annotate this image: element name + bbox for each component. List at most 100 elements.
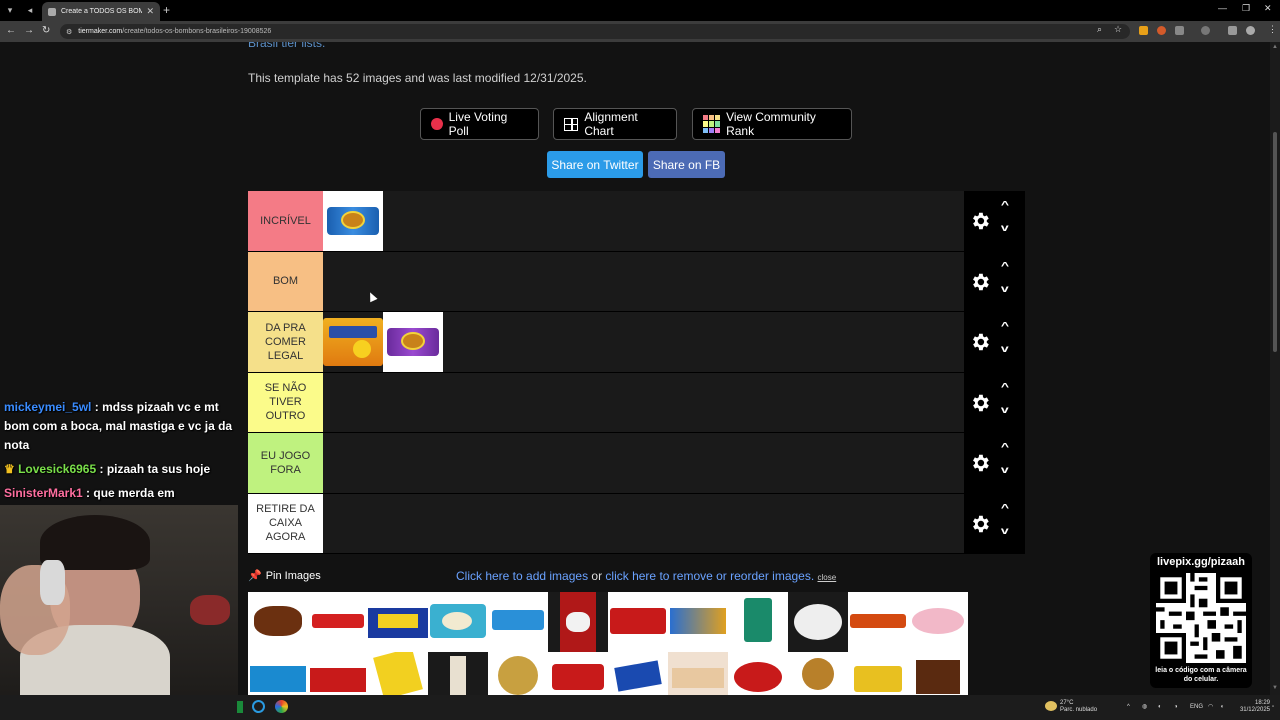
maximize-icon[interactable]: ❐ (1242, 3, 1250, 14)
gear-icon[interactable] (969, 331, 991, 353)
move-up-icon[interactable]: ^ (1001, 321, 1009, 332)
close-window-icon[interactable]: ✕ (1264, 3, 1272, 14)
tier-label[interactable]: DA PRA COMER LEGAL (248, 312, 323, 372)
scroll-thumb[interactable] (1273, 132, 1277, 352)
wifi-icon[interactable]: ◠ (1208, 704, 1213, 711)
tier-label[interactable]: SE NÃO TIVER OUTRO (248, 372, 323, 432)
site-info-icon[interactable]: ⚙ (66, 28, 72, 36)
pin-images-toggle[interactable]: 📌 Pin Images (248, 569, 321, 582)
add-images-link[interactable]: Click here to add images (456, 569, 588, 583)
tier-items[interactable] (323, 372, 964, 432)
notification-icon[interactable]: ▫ (1272, 704, 1274, 711)
candy-image[interactable] (908, 652, 968, 695)
tray-expand-icon[interactable]: ^ (1127, 704, 1130, 711)
profile-icon[interactable] (1246, 26, 1255, 35)
close-link[interactable]: close (818, 573, 837, 582)
tier-items[interactable] (323, 191, 964, 251)
extension-icon[interactable] (1139, 26, 1148, 35)
bookmark-star-icon[interactable]: ☆ (1114, 24, 1122, 35)
candy-image[interactable] (668, 652, 728, 695)
candy-image[interactable] (608, 652, 668, 695)
candy-image[interactable] (848, 652, 908, 695)
alignment-chart-button[interactable]: Alignment Chart (553, 108, 677, 140)
tier-label[interactable]: EU JOGO FORA (248, 433, 323, 493)
tier-items[interactable] (323, 251, 964, 311)
url-input[interactable]: ⚙ tiermaker.com /create/todos-os-bombons… (60, 24, 1130, 39)
candy-image[interactable] (368, 592, 428, 652)
back-icon[interactable]: ← (6, 25, 16, 36)
candy-image[interactable] (848, 592, 908, 652)
gear-icon[interactable] (969, 452, 991, 474)
move-down-icon[interactable]: v (1001, 223, 1009, 234)
candy-image[interactable] (368, 652, 428, 695)
speaker-icon[interactable]: ◂ (20, 0, 40, 21)
candy-image[interactable] (548, 652, 608, 695)
move-up-icon[interactable]: ^ (1001, 261, 1009, 272)
forward-icon[interactable]: → (24, 25, 34, 36)
candy-image[interactable] (728, 592, 788, 652)
move-down-icon[interactable]: v (1001, 465, 1009, 476)
new-tab-icon[interactable]: + (163, 3, 170, 17)
tier-label[interactable]: INCRÍVEL (248, 191, 323, 251)
media-icon[interactable] (1201, 26, 1210, 35)
candy-image[interactable] (323, 191, 383, 251)
reload-icon[interactable]: ↻ (42, 25, 50, 36)
community-rank-button[interactable]: View Community Rank (692, 108, 852, 140)
clock-time[interactable]: 18:29 (1240, 700, 1270, 707)
extension-icon[interactable] (1157, 26, 1166, 35)
gear-icon[interactable] (969, 513, 991, 535)
tray-icon[interactable]: ◐ (1158, 704, 1162, 711)
move-up-icon[interactable]: ^ (1001, 503, 1009, 514)
candy-image[interactable] (908, 592, 968, 652)
app-icon[interactable] (252, 700, 265, 713)
candy-image[interactable] (728, 652, 788, 695)
scroll-down-icon[interactable]: ▼ (1272, 685, 1278, 691)
candy-image[interactable] (608, 592, 668, 652)
extensions-puzzle-icon[interactable] (1175, 26, 1184, 35)
tier-items[interactable] (323, 312, 964, 372)
tray-icon[interactable]: ◑ (1174, 704, 1178, 711)
share-twitter-button[interactable]: Share on Twitter (547, 151, 643, 178)
tier-label[interactable]: RETIRE DA CAIXA AGORA (248, 493, 323, 553)
minimize-icon[interactable]: — (1218, 3, 1227, 13)
tab-menu-icon[interactable]: ▾ (0, 0, 20, 21)
move-down-icon[interactable]: v (1001, 284, 1009, 295)
close-tab-icon[interactable]: ✕ (146, 6, 154, 17)
candy-image[interactable] (488, 592, 548, 652)
zoom-icon[interactable]: ⌕ (1097, 24, 1102, 35)
candy-image[interactable] (323, 312, 383, 372)
move-down-icon[interactable]: v (1001, 526, 1009, 537)
candy-image[interactable] (308, 652, 368, 695)
tier-items[interactable] (323, 493, 964, 553)
scrollbar[interactable]: ▲ ▼ (1270, 42, 1280, 695)
gear-icon[interactable] (969, 210, 991, 232)
candy-image[interactable] (428, 652, 488, 695)
clock-date[interactable]: 31/12/2025 (1236, 707, 1270, 714)
candy-image[interactable] (788, 652, 848, 695)
tier-label[interactable]: BOM (248, 251, 323, 311)
move-up-icon[interactable]: ^ (1001, 442, 1009, 453)
candy-image[interactable] (548, 592, 608, 652)
candy-image[interactable] (788, 592, 848, 652)
move-up-icon[interactable]: ^ (1001, 200, 1009, 211)
volume-icon[interactable]: ◖ (1220, 704, 1224, 711)
chrome-icon[interactable] (275, 700, 288, 713)
browser-tab[interactable]: Create a TODOS OS BOMBONS ✕ (42, 2, 160, 21)
sidebar-icon[interactable] (1228, 26, 1237, 35)
candy-image[interactable] (383, 312, 443, 372)
language-indicator[interactable]: ENG (1190, 704, 1203, 711)
scroll-up-icon[interactable]: ▲ (1272, 44, 1278, 50)
live-voting-poll-button[interactable]: Live Voting Poll (420, 108, 539, 140)
move-down-icon[interactable]: v (1001, 405, 1009, 416)
tier-items[interactable] (323, 433, 964, 493)
gear-icon[interactable] (969, 271, 991, 293)
gear-icon[interactable] (969, 392, 991, 414)
app-icon[interactable] (237, 701, 243, 713)
move-down-icon[interactable]: v (1001, 344, 1009, 355)
menu-kebab-icon[interactable]: ⋮ (1268, 24, 1277, 35)
candy-image[interactable] (428, 592, 488, 652)
candy-image[interactable] (308, 592, 368, 652)
tier-lists-link[interactable]: Brasil tier lists. (248, 42, 325, 50)
candy-image[interactable] (668, 592, 728, 652)
share-fb-button[interactable]: Share on FB (648, 151, 725, 178)
